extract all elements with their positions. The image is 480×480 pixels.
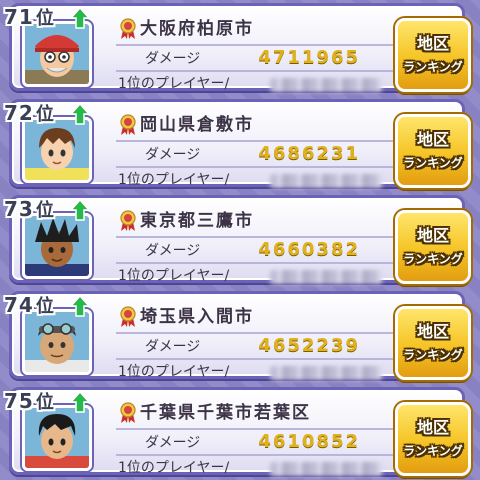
damage-value: 4610852 bbox=[258, 431, 360, 452]
region-button-line1: 地区 bbox=[416, 226, 449, 245]
damage-value: 4686231 bbox=[258, 143, 360, 164]
medal-icon bbox=[120, 18, 136, 39]
region-button-line2: ランキング bbox=[403, 156, 463, 170]
damage-label: ダメージ bbox=[145, 243, 201, 259]
medal-icon bbox=[120, 114, 136, 135]
divider bbox=[116, 44, 394, 46]
city-name: 東京都三鷹市 bbox=[140, 211, 254, 231]
rank-number: 73 位 bbox=[4, 197, 55, 221]
rank-up-arrow-icon bbox=[70, 103, 90, 125]
rank-number: 74 位 bbox=[4, 293, 55, 317]
region-button-line2: ランキング bbox=[403, 444, 463, 458]
ranking-row: 東京都三鷹市 ダメージ 4660382 1位のプレイヤー/ 地区 ランキング 7… bbox=[0, 193, 480, 286]
medal-icon bbox=[120, 402, 136, 423]
region-ranking-button[interactable]: 地区 ランキング bbox=[395, 402, 471, 476]
blurred-player-name bbox=[270, 78, 382, 92]
region-button-line2: ランキング bbox=[403, 252, 463, 266]
divider bbox=[116, 454, 394, 456]
ranking-row: 大阪府柏原市 ダメージ 4711965 1位のプレイヤー/ 地区 ランキング 7… bbox=[0, 1, 480, 94]
damage-label: ダメージ bbox=[145, 435, 201, 451]
ranking-row: 埼玉県入間市 ダメージ 4652239 1位のプレイヤー/ 地区 ランキング 7… bbox=[0, 289, 480, 382]
rank-up-arrow-icon bbox=[70, 391, 90, 413]
divider bbox=[116, 236, 394, 238]
top-player-label: 1位のプレイヤー/ bbox=[118, 268, 230, 284]
damage-label: ダメージ bbox=[145, 147, 201, 163]
medal-icon bbox=[120, 210, 136, 231]
region-ranking-button[interactable]: 地区 ランキング bbox=[395, 306, 471, 380]
damage-label: ダメージ bbox=[145, 51, 201, 67]
ranking-row: 千葉県千葉市若葉区 ダメージ 4610852 1位のプレイヤー/ 地区 ランキン… bbox=[0, 385, 480, 478]
city-name: 埼玉県入間市 bbox=[140, 307, 254, 327]
damage-label: ダメージ bbox=[145, 339, 201, 355]
divider bbox=[116, 166, 394, 168]
rank-up-arrow-icon bbox=[70, 199, 90, 221]
region-ranking-button[interactable]: 地区 ランキング bbox=[395, 18, 471, 92]
region-ranking-button[interactable]: 地区 ランキング bbox=[395, 210, 471, 284]
region-button-line2: ランキング bbox=[403, 348, 463, 362]
city-name: 千葉県千葉市若葉区 bbox=[140, 403, 311, 423]
medal-icon bbox=[120, 306, 136, 327]
rank-up-arrow-icon bbox=[70, 295, 90, 317]
region-ranking-button[interactable]: 地区 ランキング bbox=[395, 114, 471, 188]
damage-value: 4711965 bbox=[258, 47, 360, 68]
top-player-label: 1位のプレイヤー/ bbox=[118, 364, 230, 380]
ranking-list: 大阪府柏原市 ダメージ 4711965 1位のプレイヤー/ 地区 ランキング 7… bbox=[0, 0, 480, 480]
blurred-player-name bbox=[270, 270, 382, 284]
rank-number: 71 位 bbox=[4, 5, 55, 29]
ranking-row: 岡山県倉敷市 ダメージ 4686231 1位のプレイヤー/ 地区 ランキング 7… bbox=[0, 97, 480, 190]
blurred-player-name bbox=[270, 366, 382, 380]
rank-up-arrow-icon bbox=[70, 7, 90, 29]
divider bbox=[116, 332, 394, 334]
damage-value: 4652239 bbox=[258, 335, 360, 356]
divider bbox=[116, 140, 394, 142]
top-player-label: 1位のプレイヤー/ bbox=[118, 172, 230, 188]
divider bbox=[116, 428, 394, 430]
region-button-line2: ランキング bbox=[403, 60, 463, 74]
rank-number: 75 位 bbox=[4, 389, 55, 413]
rank-number: 72 位 bbox=[4, 101, 55, 125]
city-name: 大阪府柏原市 bbox=[140, 19, 254, 39]
top-player-label: 1位のプレイヤー/ bbox=[118, 460, 230, 476]
divider bbox=[116, 262, 394, 264]
region-button-line1: 地区 bbox=[416, 418, 449, 437]
region-button-line1: 地区 bbox=[416, 34, 449, 53]
blurred-player-name bbox=[270, 462, 382, 476]
damage-value: 4660382 bbox=[258, 239, 360, 260]
blurred-player-name bbox=[270, 174, 382, 188]
top-player-label: 1位のプレイヤー/ bbox=[118, 76, 230, 92]
region-button-line1: 地区 bbox=[416, 322, 449, 341]
divider bbox=[116, 70, 394, 72]
city-name: 岡山県倉敷市 bbox=[140, 115, 254, 135]
region-button-line1: 地区 bbox=[416, 130, 449, 149]
divider bbox=[116, 358, 394, 360]
